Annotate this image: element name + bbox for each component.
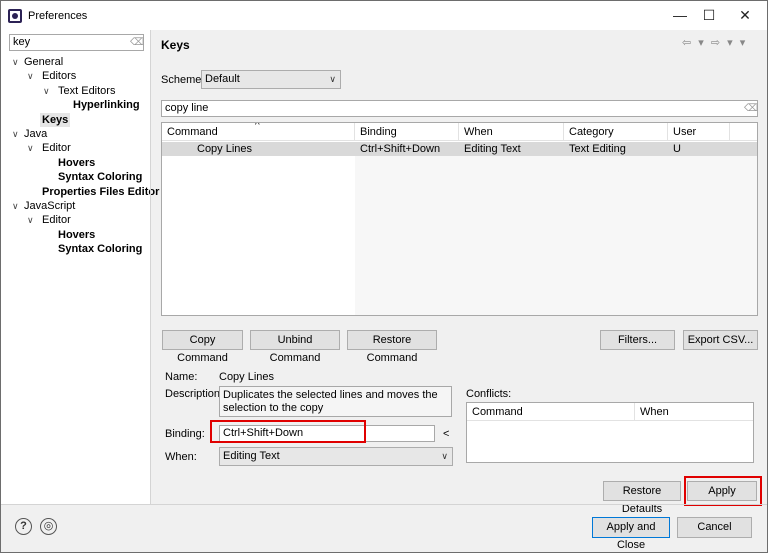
apply-button[interactable]: Apply: [687, 481, 757, 501]
copy-command-button[interactable]: Copy Command: [162, 330, 243, 364]
preferences-tree-pane: key ⌫ ∨ General ∨ Editors ∨ Text Editors Hyper…: [1, 30, 159, 504]
expand-chevron-icon[interactable]: ∨: [12, 127, 19, 141]
expand-chevron-icon[interactable]: ∨: [27, 69, 34, 83]
column-header-user[interactable]: User: [668, 123, 730, 141]
apply-and-close-button[interactable]: Apply and Close: [592, 517, 670, 551]
tree-item[interactable]: Properties Files Editor: [42, 185, 159, 199]
scheme-select-value: Default: [205, 73, 240, 85]
expand-chevron-icon[interactable]: ∨: [27, 141, 34, 155]
name-label: Name:: [165, 371, 198, 383]
restore-defaults-button[interactable]: Restore Defaults: [603, 481, 681, 515]
conflicts-header-when[interactable]: When: [635, 403, 753, 421]
clear-filter-icon[interactable]: ⌫: [130, 37, 144, 48]
filters-button[interactable]: Filters...: [600, 330, 675, 350]
chevron-down-icon: ∨: [441, 451, 448, 461]
navigation-arrows-icon[interactable]: ⇦ ▾ ⇨ ▾ ▾: [682, 36, 747, 49]
when-label: When:: [165, 451, 197, 463]
tree-item[interactable]: Syntax Coloring: [58, 242, 142, 256]
tree-item[interactable]: Editor: [42, 213, 71, 227]
tree-item[interactable]: Java: [24, 127, 47, 141]
expand-chevron-icon[interactable]: ∨: [43, 84, 50, 98]
name-value: Copy Lines: [219, 371, 275, 383]
footer-separator: [1, 504, 767, 505]
description-label: Description:: [165, 388, 224, 400]
conflicts-header-command[interactable]: Command: [467, 403, 635, 421]
column-header-filler: [730, 123, 757, 141]
tree-item[interactable]: Hovers: [58, 228, 95, 242]
expand-chevron-icon[interactable]: ∨: [12, 199, 19, 213]
table-empty-area: [355, 156, 757, 315]
table-cell-user: U: [673, 143, 681, 155]
column-header-when[interactable]: When: [459, 123, 564, 141]
eclipse-app-icon: [8, 9, 22, 23]
column-header-category[interactable]: Category: [564, 123, 668, 141]
tree-item[interactable]: General: [24, 55, 63, 69]
tree-item[interactable]: JavaScript: [24, 199, 75, 213]
expand-chevron-icon[interactable]: ∨: [27, 213, 34, 227]
export-csv-button[interactable]: Export CSV...: [683, 330, 758, 350]
command-search-value: copy line: [165, 102, 209, 114]
tree-item[interactable]: Syntax Coloring: [58, 170, 142, 184]
table-cell-binding: Ctrl+Shift+Down: [360, 143, 441, 155]
tree-item[interactable]: Hyperlinking: [73, 98, 140, 112]
when-select[interactable]: Editing Text ∨: [219, 447, 453, 466]
tree-item[interactable]: Keys: [40, 113, 71, 127]
pane-splitter[interactable]: [150, 30, 151, 504]
expand-chevron-icon[interactable]: ∨: [12, 55, 19, 69]
table-cell-when: Editing Text: [464, 143, 521, 155]
column-header-command[interactable]: Command ^: [162, 123, 355, 141]
title-bar: Preferences — ☐ ✕: [1, 1, 767, 30]
binding-input-value: Ctrl+Shift+Down: [223, 427, 304, 439]
cancel-button[interactable]: Cancel: [677, 517, 752, 538]
column-header-label: Command: [167, 126, 218, 138]
description-text: Duplicates the selected lines and moves …: [219, 386, 452, 417]
tree-item[interactable]: Editor: [42, 141, 71, 155]
tree-item[interactable]: Hovers: [58, 156, 95, 170]
binding-menu-icon[interactable]: <: [443, 427, 449, 441]
when-select-value: Editing Text: [223, 450, 280, 462]
binding-input[interactable]: Ctrl+Shift+Down: [219, 425, 435, 442]
tree-item[interactable]: Text Editors: [58, 84, 115, 98]
scheme-label: Scheme:: [161, 74, 205, 86]
tree-item[interactable]: Editors: [42, 69, 76, 83]
restore-command-button[interactable]: Restore Command: [347, 330, 437, 364]
close-button[interactable]: ✕: [725, 1, 765, 30]
command-search-input[interactable]: copy line ⌫: [161, 100, 758, 117]
filter-input[interactable]: key ⌫: [9, 34, 144, 51]
sort-ascending-icon: ^: [255, 122, 260, 131]
table-cell-command: Copy Lines: [197, 143, 253, 155]
window-title: Preferences: [28, 10, 88, 22]
keys-table: Command ^ Binding When Category User Cop…: [161, 122, 758, 316]
import-export-icon[interactable]: ◎: [40, 518, 57, 535]
page-title: Keys: [161, 38, 190, 52]
filter-input-value: key: [13, 36, 31, 48]
unbind-command-button[interactable]: Unbind Command: [250, 330, 340, 364]
help-icon[interactable]: ?: [15, 518, 32, 535]
column-header-binding[interactable]: Binding: [355, 123, 459, 141]
conflicts-label: Conflicts:: [466, 388, 512, 400]
maximize-button[interactable]: ☐: [689, 1, 729, 30]
clear-search-icon[interactable]: ⌫: [744, 103, 758, 114]
conflicts-table: Command When: [466, 402, 754, 463]
scheme-select[interactable]: Default ∨: [201, 70, 341, 89]
chevron-down-icon: ∨: [329, 74, 336, 84]
binding-label: Binding:: [165, 428, 205, 440]
table-cell-category: Text Editing: [569, 143, 626, 155]
